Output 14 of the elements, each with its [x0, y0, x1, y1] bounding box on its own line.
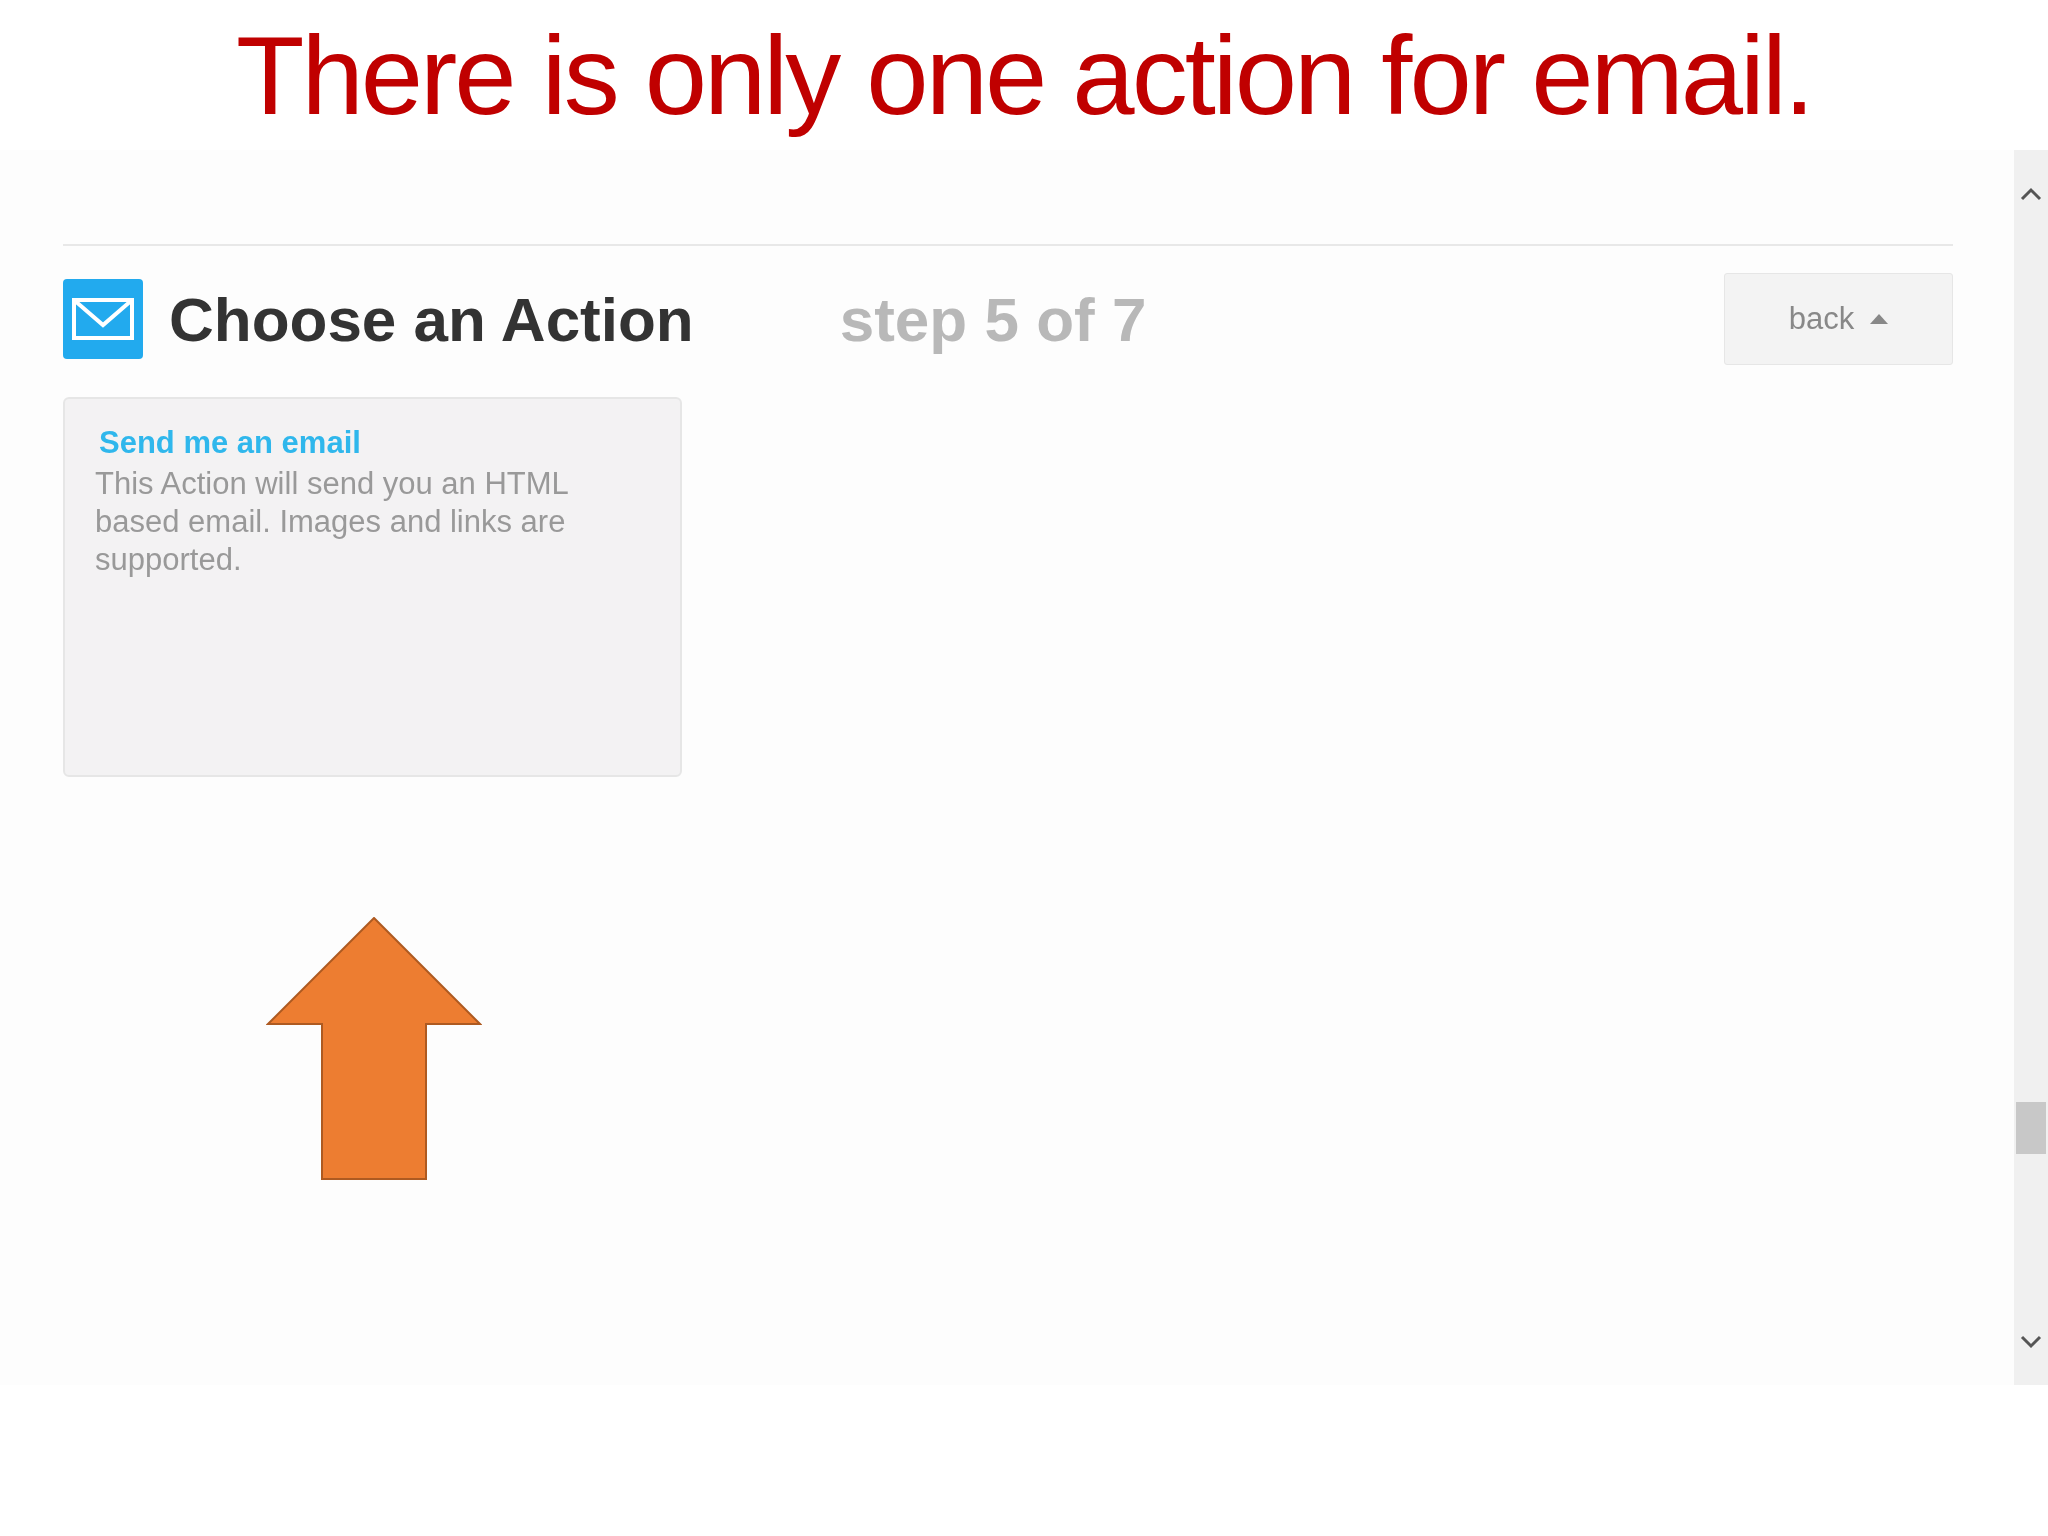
action-card[interactable]: Send me an email This Action will send you an HTML based email. Images and links are supported. — [63, 397, 682, 777]
action-description: This Action will send you an HTML based email. Images and links are supported. — [95, 465, 569, 579]
slide-title: There is only one action for email. — [236, 11, 1812, 140]
page-heading: Choose an Action — [169, 283, 694, 355]
caret-up-icon — [1870, 314, 1889, 324]
scroll-thumb[interactable] — [2016, 1102, 2046, 1154]
up-arrow-icon — [266, 917, 482, 1181]
action-title[interactable]: Send me an email — [99, 425, 600, 461]
scroll-down-icon[interactable] — [2019, 1334, 2043, 1350]
envelope-icon — [63, 279, 143, 359]
step-indicator: step 5 of 7 — [839, 283, 1147, 355]
scrollbar[interactable] — [2014, 150, 2048, 1385]
scroll-up-icon[interactable] — [2019, 186, 2043, 202]
back-button[interactable]: back — [1724, 273, 1953, 365]
